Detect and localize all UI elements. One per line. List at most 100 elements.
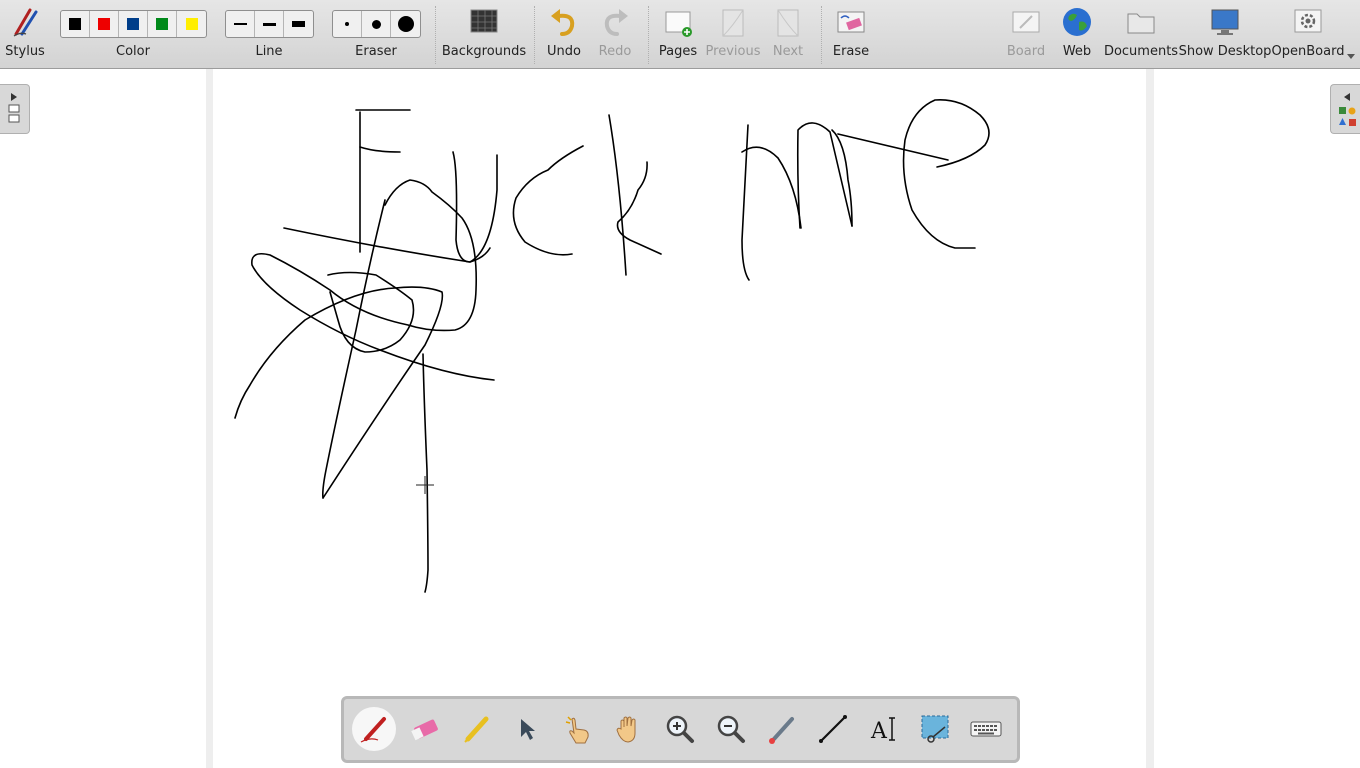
redo-icon[interactable] xyxy=(599,6,631,38)
backgrounds-label[interactable]: Backgrounds xyxy=(442,44,526,59)
undo-icon[interactable] xyxy=(548,6,580,38)
ink-stroke xyxy=(902,98,990,249)
stylus-tool-palette: A xyxy=(341,696,1020,763)
toolbar-separator xyxy=(534,6,535,64)
pointing-hand-icon xyxy=(565,716,589,744)
toolbar-separator xyxy=(435,6,436,64)
interact-tool-button[interactable] xyxy=(556,707,600,751)
board-edge-left xyxy=(206,69,213,768)
eraser-large[interactable] xyxy=(391,11,420,37)
main-toolbar: Stylus Color Line Eraser Backgrounds Und… xyxy=(0,0,1360,69)
color-yellow[interactable] xyxy=(177,11,206,37)
ink-stroke xyxy=(741,124,750,281)
next-label[interactable]: Next xyxy=(773,44,803,59)
arrow-pointer-icon xyxy=(521,719,535,740)
board-icon[interactable] xyxy=(1010,6,1042,38)
chevron-down-icon[interactable] xyxy=(1347,54,1355,60)
expand-left-icon xyxy=(1339,93,1356,126)
erase-board-icon[interactable] xyxy=(835,6,867,38)
line-medium[interactable] xyxy=(255,11,284,37)
eraser-size-palette[interactable] xyxy=(332,10,421,38)
highlighter-tool-button[interactable] xyxy=(454,707,498,751)
color-green[interactable] xyxy=(148,11,177,37)
eraser-label: Eraser xyxy=(355,44,397,59)
line-tool-button[interactable] xyxy=(811,707,855,751)
undo-label[interactable]: Undo xyxy=(547,44,581,59)
show-desktop-label[interactable]: Show Desktop xyxy=(1179,44,1272,59)
highlighter-icon xyxy=(464,716,489,743)
line-thin[interactable] xyxy=(226,11,255,37)
hand-icon xyxy=(616,716,636,743)
openboard-label[interactable]: OpenBoard xyxy=(1272,44,1345,59)
documents-label[interactable]: Documents xyxy=(1104,44,1178,59)
next-page-icon[interactable] xyxy=(772,6,804,38)
eraser-icon xyxy=(411,719,438,741)
web-label[interactable]: Web xyxy=(1063,44,1091,59)
eraser-small[interactable] xyxy=(333,11,362,37)
line-label: Line xyxy=(255,44,283,59)
ink-stroke xyxy=(359,146,401,153)
previous-page-icon[interactable] xyxy=(717,6,749,38)
ink-stroke xyxy=(831,129,853,227)
expand-right-icon xyxy=(8,93,20,123)
eraser-medium[interactable] xyxy=(362,11,391,37)
line-width-palette[interactable] xyxy=(225,10,314,38)
screen-capture-icon xyxy=(921,715,949,743)
zoom-out-tool-button[interactable] xyxy=(709,707,753,751)
zoom-out-icon xyxy=(717,715,745,743)
ink-stroke xyxy=(608,114,627,276)
line-thick[interactable] xyxy=(284,11,313,37)
web-globe-icon[interactable] xyxy=(1061,6,1093,38)
toolbar-separator xyxy=(648,6,649,64)
ink-stroke xyxy=(452,151,498,263)
zoom-in-tool-button[interactable] xyxy=(658,707,702,751)
line-icon xyxy=(819,715,847,743)
color-palette[interactable] xyxy=(60,10,207,38)
ink-stroke xyxy=(422,353,429,593)
stylus-label[interactable]: Stylus xyxy=(5,44,45,59)
show-desktop-icon[interactable] xyxy=(1209,6,1241,38)
ink-stroke xyxy=(251,179,495,381)
ink-stroke xyxy=(837,133,949,161)
color-red[interactable] xyxy=(90,11,119,37)
pen-icon xyxy=(360,717,386,743)
ink-stroke xyxy=(512,145,584,256)
pages-icon[interactable] xyxy=(662,6,694,38)
ink-stroke xyxy=(234,286,444,499)
pen-tool-button[interactable] xyxy=(352,707,396,751)
color-label: Color xyxy=(116,44,150,59)
board-label[interactable]: Board xyxy=(1007,44,1045,59)
previous-label[interactable]: Previous xyxy=(706,44,761,59)
library-toggle[interactable] xyxy=(1330,84,1360,134)
text-tool-button[interactable]: A xyxy=(862,707,906,751)
toolbar-separator xyxy=(821,6,822,64)
capture-tool-button[interactable] xyxy=(913,707,957,751)
openboard-settings-icon[interactable] xyxy=(1292,6,1324,38)
documents-folder-icon[interactable] xyxy=(1125,6,1157,38)
hand-tool-button[interactable] xyxy=(607,707,651,751)
board-edge-right xyxy=(1146,69,1154,768)
page-thumbnails-toggle[interactable] xyxy=(0,84,30,134)
redo-label[interactable]: Redo xyxy=(599,44,632,59)
text-icon: A xyxy=(870,717,895,744)
virtual-keyboard-button[interactable] xyxy=(964,707,1008,751)
color-black[interactable] xyxy=(61,11,90,37)
ink-stroke xyxy=(322,199,386,499)
ink-stroke xyxy=(327,271,415,353)
backgrounds-icon[interactable] xyxy=(468,6,500,38)
eraser-tool-button[interactable] xyxy=(403,707,447,751)
pages-label[interactable]: Pages xyxy=(659,44,697,59)
laser-pointer-tool-button[interactable] xyxy=(760,707,804,751)
desk-area-left xyxy=(0,69,206,768)
stylus-icon[interactable] xyxy=(10,6,42,38)
keyboard-icon xyxy=(970,721,1002,737)
zoom-in-icon xyxy=(666,715,694,743)
ink-stroke xyxy=(796,122,853,229)
crosshair-cursor xyxy=(416,476,434,494)
erase-label[interactable]: Erase xyxy=(833,44,869,59)
selector-tool-button[interactable] xyxy=(505,707,549,751)
ink-stroke xyxy=(741,146,802,229)
ink-stroke xyxy=(283,227,491,263)
color-blue[interactable] xyxy=(119,11,148,37)
svg-text:A: A xyxy=(870,719,888,744)
